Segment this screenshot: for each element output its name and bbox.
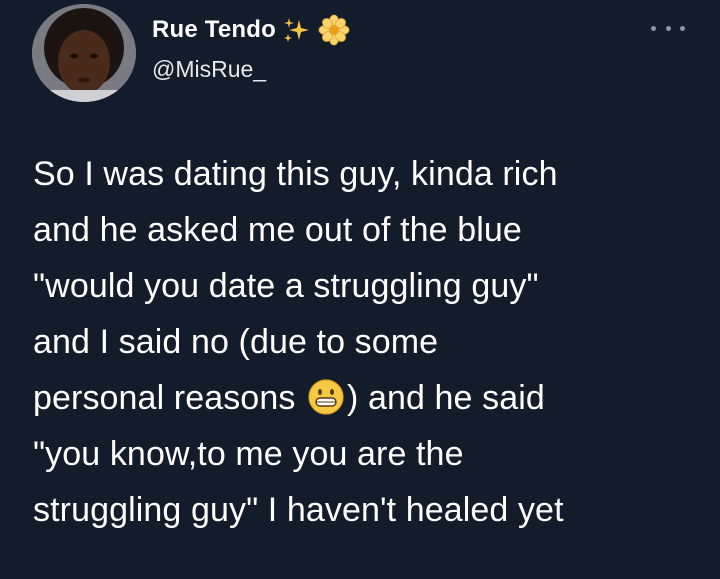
tweet-line: "would you date a struggling guy" <box>33 267 539 305</box>
tweet-line: personal reasons ) and he said <box>33 370 703 426</box>
author-handle[interactable]: @MisRue_ <box>152 56 266 83</box>
tweet-line: and I said no (due to some <box>33 323 439 361</box>
avatar[interactable] <box>32 4 136 102</box>
more-dot <box>680 25 685 31</box>
more-dot <box>665 25 671 31</box>
sparkles-icon <box>284 18 310 42</box>
more-dot <box>651 25 656 31</box>
display-name[interactable]: Rue Tendo <box>152 16 276 44</box>
more-options-icon[interactable] <box>651 18 685 38</box>
avatar-image <box>32 4 136 102</box>
blossom-icon <box>318 14 350 46</box>
grinning-face-icon <box>308 379 344 415</box>
tweet-line: and he asked me out of the blue <box>33 211 522 249</box>
tweet-line: So I was dating this guy, kinda rich <box>33 155 558 193</box>
tweet-line: "you know,to me you are the <box>33 435 464 473</box>
tweet-line-part: personal reasons <box>33 379 296 417</box>
tweet-line: struggling guy" I haven't healed yet <box>33 491 564 529</box>
tweet-card: Rue Tendo @MisRue_ So I was dating this … <box>0 0 720 579</box>
author-name-row[interactable]: Rue Tendo <box>152 14 350 46</box>
tweet-line-part: ) and he said <box>346 379 545 417</box>
tweet-text: So I was dating this guy, kinda rich and… <box>33 146 703 538</box>
